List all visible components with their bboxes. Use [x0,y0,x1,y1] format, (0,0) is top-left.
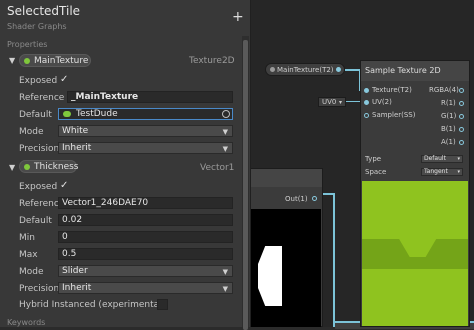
exposed-label: Exposed [19,76,58,86]
mode-value: White [62,126,89,136]
vector1-type-icon [24,164,30,170]
blackboard-scrollbar[interactable] [242,36,249,330]
uv-node[interactable]: UV0 ▾ [318,97,346,107]
property-node-label: MainTexture(T2) [277,66,334,74]
sample-texture-title: Sample Texture 2D [361,61,469,81]
texture-type-icon [24,58,30,64]
property-node[interactable]: MainTexture(T2) [265,63,345,76]
exposed-label: Exposed [19,182,58,192]
output-preview [250,209,321,327]
property-type: Texture2D [189,56,235,66]
reference-field[interactable]: Vector1_246DAE70 [58,197,233,209]
texture-icon [63,111,71,117]
output-label-r: R(1) [441,99,456,107]
property-pill-thickness[interactable]: Thickness [19,160,79,173]
output-port-b[interactable] [459,127,464,132]
input-label-uv: UV(2) [372,98,392,106]
property-name: MainTexture [34,56,89,66]
precision-label: Precision [19,284,60,294]
default-label: Default [19,110,52,120]
mode-dropdown[interactable]: Slider ▼ [58,265,233,277]
space-dropdown[interactable]: Tangent ▾ [421,168,463,176]
collapse-caret-icon[interactable]: ▼ [9,163,15,172]
object-picker-icon[interactable] [222,110,230,118]
precision-value: Inherit [62,283,92,293]
default-texture-field[interactable]: TestDude [58,108,233,120]
property-pill-maintexture[interactable]: MainTexture [19,54,91,67]
mode-value: Slider [62,266,88,276]
mode-label: Mode [19,127,44,137]
min-label: Min [19,233,35,243]
uv-node-label: UV0 [322,98,337,106]
input-port-uv[interactable] [364,100,369,105]
wire-uv [346,101,360,102]
precision-value: Inherit [62,143,92,153]
chevron-down-icon: ▼ [222,268,228,276]
output-label-a: A(1) [441,138,456,146]
precision-dropdown[interactable]: Inherit ▼ [58,282,233,294]
chevron-down-icon: ▼ [222,285,228,293]
hybrid-instanced-checkbox[interactable] [157,299,168,310]
output-port-rgba[interactable] [459,88,464,93]
space-value: Tangent [424,168,448,175]
min-field[interactable]: 0 [58,231,233,243]
uv-chevron-icon: ▾ [339,99,343,106]
type-label: Type [365,155,382,163]
property-node-port[interactable] [336,67,341,72]
max-label: Max [19,250,38,260]
output-node[interactable]: Out(1) [248,168,323,327]
chevron-down-icon: ▾ [457,169,460,175]
texture-preview [362,181,468,326]
type-dropdown[interactable]: Default ▾ [421,155,463,163]
sample-texture-node[interactable]: Sample Texture 2D Texture(T2) UV(2) Samp… [360,60,470,327]
property-type: Vector1 [200,163,235,173]
mode-label: Mode [19,267,44,277]
add-property-button[interactable]: + [232,10,244,24]
blackboard-subtitle: Shader Graphs [7,22,67,31]
output-port-r[interactable] [459,101,464,106]
reference-field[interactable]: _MainTexture [67,91,233,103]
hybrid-instanced-label: Hybrid Instanced (experimental) [19,300,166,310]
reference-label: Reference [19,93,65,103]
mode-dropdown[interactable]: White ▼ [58,125,233,137]
output-port-g[interactable] [459,114,464,119]
default-texture-value: TestDude [76,109,118,119]
default-label: Default [19,216,52,226]
input-port-sampler[interactable] [364,113,369,118]
output-label-rgba: RGBA(4) [429,86,459,94]
precision-dropdown[interactable]: Inherit ▼ [58,142,233,154]
properties-section-label: Properties [7,40,48,49]
precision-label: Precision [19,144,60,154]
collapse-caret-icon[interactable]: ▼ [9,56,15,65]
property-name: Thickness [34,162,79,172]
output-label-b: B(1) [441,125,456,133]
input-port-texture[interactable] [364,88,369,93]
input-label-sampler: Sampler(SS) [372,111,416,119]
keywords-section-label: Keywords [7,318,46,327]
blackboard-panel[interactable]: SelectedTile Shader Graphs + Properties … [0,0,251,330]
output-label-g: G(1) [441,112,457,120]
chevron-down-icon: ▼ [222,128,228,136]
input-label-texture: Texture(T2) [372,86,412,94]
blackboard-title: SelectedTile [7,4,81,18]
default-field[interactable]: 0.02 [58,214,233,226]
chevron-down-icon: ▼ [222,145,228,153]
output-port-a[interactable] [459,140,464,145]
output-port-label: Out(1) [285,195,308,203]
space-label: Space [365,168,387,176]
output-port[interactable] [312,196,317,201]
exposed-checkbox[interactable]: ✓ [60,74,68,85]
chevron-down-icon: ▾ [457,156,460,162]
max-field[interactable]: 0.5 [58,248,233,260]
type-value: Default [424,155,446,162]
exposed-checkbox[interactable]: ✓ [60,180,68,191]
